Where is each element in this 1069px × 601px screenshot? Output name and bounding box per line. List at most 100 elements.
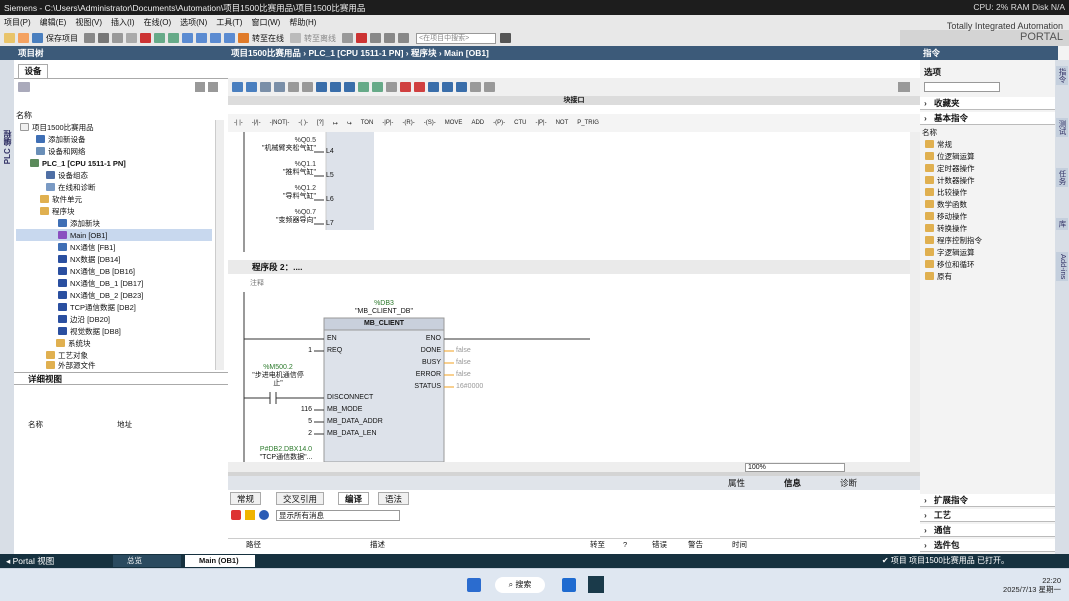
tree-item-db14[interactable]: NX数据 [DB14] — [16, 253, 216, 265]
coil-button[interactable]: -( )- — [296, 118, 310, 128]
download-icon[interactable] — [196, 33, 207, 43]
instr-shift-rotate[interactable]: 移位和循环 — [925, 258, 975, 270]
undo-icon[interactable] — [154, 33, 165, 43]
tree-collapse-icon[interactable] — [208, 82, 218, 92]
menu-insert[interactable]: 插入(I) — [111, 17, 135, 28]
block-interface-bar[interactable]: 块接口 — [228, 96, 920, 105]
section-technology[interactable]: 工艺 — [920, 509, 1055, 522]
tree-item-db8[interactable]: 视觉数据 [DB8] — [16, 325, 216, 337]
tree-item-online-diag[interactable]: 在线和诊断 — [16, 181, 216, 193]
vtab-instructions[interactable]: 指令 — [1056, 66, 1068, 85]
subtab-syntax[interactable]: 语法 — [378, 492, 410, 505]
editor-tool-icon[interactable] — [386, 82, 397, 92]
network-2-header[interactable]: 程序段 2：.... — [228, 260, 910, 274]
message-filter-select[interactable]: 显示所有消息 — [276, 510, 400, 521]
accessible-devices-icon[interactable] — [342, 33, 353, 43]
tree-scrollbar[interactable] — [215, 120, 224, 370]
editor-tool-icon[interactable] — [358, 82, 369, 92]
mb-data-len-value[interactable]: 2 — [288, 430, 312, 437]
copy-icon[interactable] — [112, 33, 123, 43]
cut-icon[interactable] — [98, 33, 109, 43]
go-online-button[interactable]: 转至在线 — [238, 33, 284, 44]
editor-tool-icon[interactable] — [442, 82, 453, 92]
editor-tool-icon[interactable] — [428, 82, 439, 92]
editor-tool-icon[interactable] — [400, 82, 411, 92]
editor-tool-icon[interactable] — [456, 82, 467, 92]
delete-icon[interactable] — [140, 33, 151, 43]
detail-view-title[interactable]: 详细视图 — [14, 372, 228, 385]
windows-start-icon[interactable] — [467, 578, 481, 592]
open-branch-button[interactable]: ↦ — [331, 118, 340, 129]
split-vertical-icon[interactable] — [384, 33, 395, 43]
output-q05[interactable]: %Q0.5 "机械臂夹松气缸" — [248, 137, 316, 153]
tree-item-device-config[interactable]: 设备组态 — [16, 169, 216, 181]
tree-item-db17[interactable]: NX通信_DB_1 [DB17] — [16, 277, 216, 289]
portal-view-button[interactable]: ◂ Portal 视图 — [6, 555, 54, 567]
p-contact-button[interactable]: -|P|- — [533, 118, 548, 128]
redo-icon[interactable] — [168, 33, 179, 43]
editor-tool-icon[interactable] — [414, 82, 425, 92]
vtab-libraries[interactable]: 库 — [1056, 218, 1068, 230]
paste-icon[interactable] — [126, 33, 137, 43]
tab-diagnostics[interactable]: 诊断 — [840, 477, 857, 489]
taskbar-search[interactable]: ⌕ 搜索 — [495, 577, 545, 593]
move-button[interactable]: MOVE — [443, 118, 465, 128]
instr-bit-logic[interactable]: 位逻辑运算 — [925, 150, 975, 162]
empty-box-button[interactable]: [?] — [315, 118, 326, 128]
tree-item-db16[interactable]: NX通信_DB [DB16] — [16, 265, 216, 277]
instruction-search-input[interactable] — [924, 82, 1000, 92]
tab-properties[interactable]: 属性 — [728, 477, 745, 489]
tree-item-main-ob1[interactable]: Main [OB1] — [16, 229, 212, 241]
editor-settings-icon[interactable] — [898, 82, 910, 92]
menu-project[interactable]: 项目(P) — [4, 17, 31, 28]
tree-item-project[interactable]: 项目1500比赛用品 — [16, 121, 216, 133]
devices-tab[interactable]: 设备 — [18, 64, 48, 78]
instr-comparator[interactable]: 比较操作 — [925, 186, 967, 198]
output-q12[interactable]: %Q1.2 "导料气缸" — [248, 185, 316, 201]
subtab-crossref[interactable]: 交叉引用 — [276, 492, 325, 505]
vtab-testing[interactable]: 测试 — [1056, 118, 1068, 137]
system-clock[interactable]: 22:20 2025/7/13 星期一 — [1003, 576, 1061, 594]
no-contact-button[interactable]: -| |- — [232, 118, 245, 128]
instr-general[interactable]: 常规 — [925, 138, 952, 150]
instr-legacy[interactable]: 原有 — [925, 270, 952, 282]
tcp-data-tag[interactable]: P#DB2.DBX14.0 "TCP通信数据"... — [248, 446, 324, 462]
nc-contact-button[interactable]: -|/|- — [250, 118, 263, 128]
add-button[interactable]: ADD — [469, 118, 486, 128]
overview-tab[interactable]: 总览 — [113, 555, 181, 567]
close-branch-button[interactable]: ↪ — [345, 118, 354, 129]
subtab-compile[interactable]: 编译 — [338, 492, 370, 505]
print-icon[interactable] — [84, 33, 95, 43]
warning-filter-icon[interactable] — [245, 510, 255, 520]
stop-cpu-icon[interactable] — [356, 33, 367, 43]
tree-item-add-device[interactable]: 添加新设备 — [16, 133, 216, 145]
tree-item-system-blocks[interactable]: 系统块 — [16, 337, 216, 349]
tree-item-tech-objects[interactable]: 工艺对象 — [16, 349, 216, 361]
contact-m500-2[interactable]: %M500.2 "步进电机通信停止" — [248, 364, 308, 388]
main-ob1-tab[interactable]: Main (OB1) — [185, 555, 255, 567]
mb-data-addr-value[interactable]: 5 — [288, 418, 312, 425]
p-trig-button[interactable]: P_TRIG — [575, 118, 601, 128]
editor-tool-icon[interactable] — [260, 82, 271, 92]
tree-item-db23[interactable]: NX通信_DB_2 [DB23] — [16, 289, 216, 301]
tree-item-plc[interactable]: PLC_1 [CPU 1511-1 PN] — [16, 157, 216, 169]
editor-tool-icon[interactable] — [484, 82, 495, 92]
p-coil-button[interactable]: -(P)- — [491, 118, 507, 128]
mb-mode-value[interactable]: 116 — [288, 406, 312, 413]
instr-timers[interactable]: 定时器操作 — [925, 162, 975, 174]
set-coil-button[interactable]: -(S)- — [422, 118, 438, 128]
tab-info[interactable]: 信息 — [784, 477, 801, 489]
ton-button[interactable]: TON — [359, 118, 376, 128]
tree-item-external-sources[interactable]: 外部源文件 — [16, 361, 216, 369]
editor-tool-icon[interactable] — [372, 82, 383, 92]
new-project-icon[interactable] — [4, 33, 15, 43]
info-filter-icon[interactable] — [259, 510, 269, 520]
editor-tool-icon[interactable] — [232, 82, 243, 92]
tree-view-icon[interactable] — [18, 82, 30, 92]
upload-icon[interactable] — [210, 33, 221, 43]
ctu-button[interactable]: CTU — [512, 118, 528, 128]
subtab-general[interactable]: 常规 — [230, 492, 262, 505]
reset-coil-button[interactable]: -(R)- — [400, 118, 416, 128]
tree-options-icon[interactable] — [195, 82, 205, 92]
split-horizontal-icon[interactable] — [370, 33, 381, 43]
